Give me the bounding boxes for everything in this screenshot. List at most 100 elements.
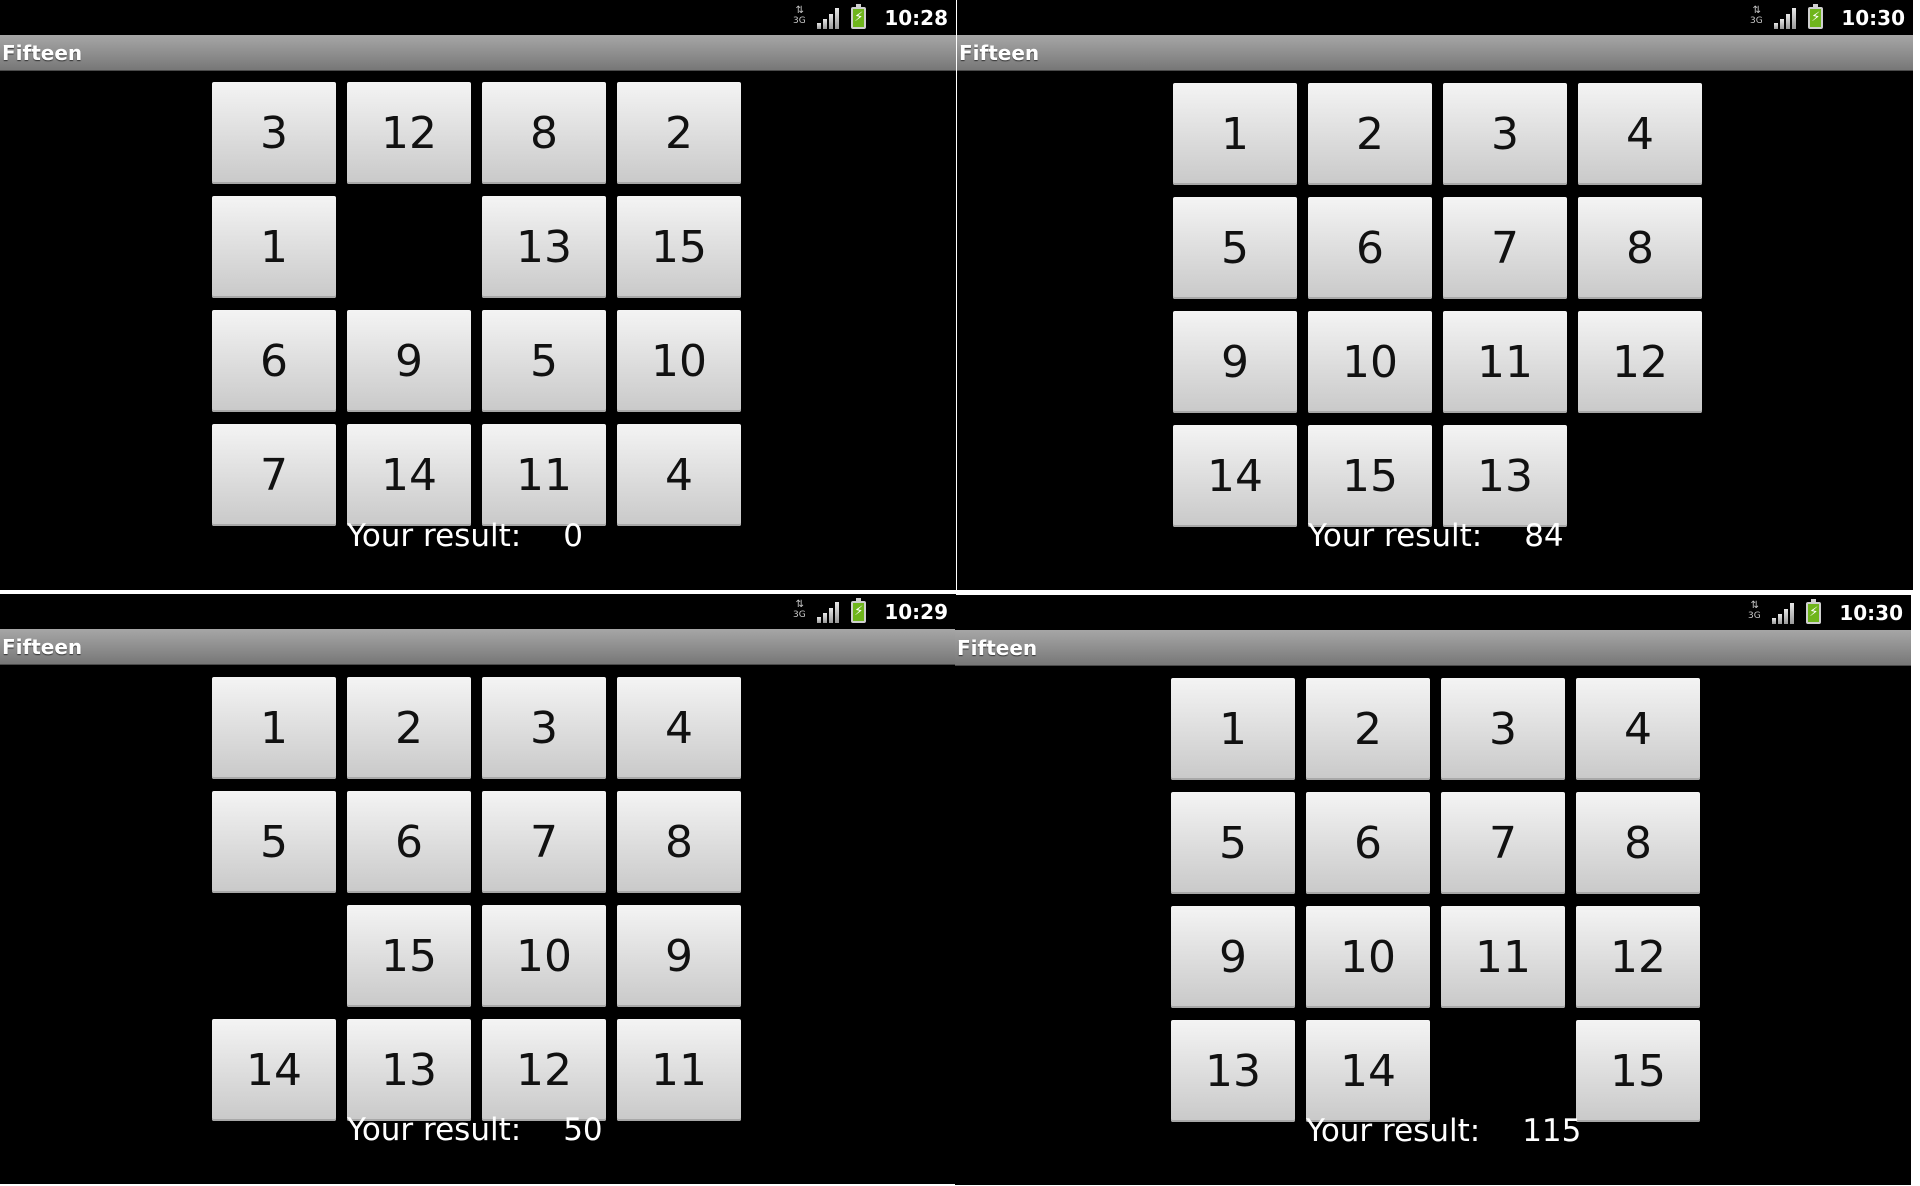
- app-title: Fifteen: [2, 635, 83, 659]
- fifteen-screen-2: ⇅ 3G ⚡ 10:30 Fifteen 1 2 3 4 5 6 7 8 9 10 11 12 14 15 13 You…: [957, 0, 1913, 590]
- puzzle-tile[interactable]: 5: [212, 791, 336, 893]
- result-display: Your result: 115: [1306, 1113, 1581, 1153]
- result-value: 84: [1524, 518, 1564, 554]
- puzzle-tile[interactable]: 2: [1308, 83, 1432, 185]
- puzzle-tile[interactable]: 7: [212, 424, 336, 526]
- puzzle-tile[interactable]: 10: [617, 310, 741, 412]
- puzzle-tile[interactable]: 6: [212, 310, 336, 412]
- puzzle-tile[interactable]: 5: [1173, 197, 1297, 299]
- puzzle-tile[interactable]: 14: [1306, 1020, 1430, 1122]
- puzzle-tile[interactable]: 11: [482, 424, 606, 526]
- puzzle-tile[interactable]: 15: [617, 196, 741, 298]
- puzzle-tile[interactable]: 9: [617, 905, 741, 1007]
- status-bar: ⇅ 3G ⚡ 10:30: [957, 0, 1913, 35]
- puzzle-tile[interactable]: 13: [1171, 1020, 1295, 1122]
- status-bar: ⇅ 3G ⚡ 10:28: [0, 0, 956, 35]
- app-title: Fifteen: [957, 636, 1038, 660]
- result-label: Your result:: [347, 518, 522, 554]
- status-clock: 10:29: [884, 599, 948, 624]
- result-display: Your result: 50: [347, 1112, 603, 1152]
- puzzle-tile[interactable]: 6: [1306, 792, 1430, 894]
- puzzle-tile[interactable]: 12: [1576, 906, 1700, 1008]
- signal-strength-icon: [817, 601, 841, 623]
- puzzle-tile[interactable]: 3: [1441, 678, 1565, 780]
- puzzle-tile[interactable]: 12: [482, 1019, 606, 1121]
- result-value: 50: [563, 1112, 603, 1148]
- puzzle-tile[interactable]: 1: [1171, 678, 1295, 780]
- status-clock: 10:30: [1841, 5, 1905, 30]
- puzzle-tile[interactable]: 12: [1578, 311, 1702, 413]
- status-icons: ⇅ 3G ⚡ 10:28: [791, 0, 948, 35]
- battery-charging-icon: ⚡: [1806, 598, 1822, 624]
- puzzle-tile[interactable]: 13: [482, 196, 606, 298]
- puzzle-tile[interactable]: 2: [617, 82, 741, 184]
- puzzle-tile[interactable]: 11: [1441, 906, 1565, 1008]
- puzzle-tile[interactable]: 10: [482, 905, 606, 1007]
- puzzle-tile[interactable]: 6: [347, 791, 471, 893]
- result-label: Your result:: [1306, 1113, 1481, 1149]
- 3g-data-icon: ⇅ 3G: [1747, 599, 1761, 621]
- puzzle-tile[interactable]: 8: [617, 791, 741, 893]
- puzzle-tile[interactable]: 2: [347, 677, 471, 779]
- puzzle-tile[interactable]: 9: [347, 310, 471, 412]
- battery-charging-icon: ⚡: [851, 597, 867, 623]
- puzzle-tile[interactable]: 2: [1306, 678, 1430, 780]
- puzzle-tile[interactable]: 10: [1306, 906, 1430, 1008]
- fifteen-screen-4: ⇅ 3G ⚡ 10:30 Fifteen 1 2 3 4 5 6 7 8 9 10 11 12 13 14 15 You…: [955, 595, 1911, 1185]
- puzzle-tile[interactable]: 4: [617, 424, 741, 526]
- puzzle-tile[interactable]: 9: [1171, 906, 1295, 1008]
- puzzle-tile[interactable]: 15: [1576, 1020, 1700, 1122]
- puzzle-tile[interactable]: 6: [1308, 197, 1432, 299]
- 3g-data-icon: ⇅ 3G: [792, 598, 806, 620]
- puzzle-tile[interactable]: 3: [212, 82, 336, 184]
- result-label: Your result:: [347, 1112, 522, 1148]
- result-value: 115: [1522, 1113, 1582, 1149]
- puzzle-tile[interactable]: 13: [347, 1019, 471, 1121]
- status-icons: ⇅ 3G ⚡ 10:29: [791, 594, 948, 629]
- signal-strength-icon: [817, 7, 841, 29]
- battery-charging-icon: ⚡: [851, 3, 867, 29]
- puzzle-tile[interactable]: 7: [1441, 792, 1565, 894]
- app-title-bar: Fifteen: [955, 630, 1911, 666]
- puzzle-tile[interactable]: 15: [347, 905, 471, 1007]
- puzzle-tile[interactable]: 1: [212, 677, 336, 779]
- puzzle-tile[interactable]: 14: [212, 1019, 336, 1121]
- puzzle-tile[interactable]: 14: [347, 424, 471, 526]
- puzzle-tile[interactable]: 12: [347, 82, 471, 184]
- puzzle-tile[interactable]: 4: [617, 677, 741, 779]
- app-title-bar: Fifteen: [957, 35, 1913, 71]
- puzzle-tile[interactable]: 7: [1443, 197, 1567, 299]
- fifteen-screen-1: ⇅ 3G ⚡ 10:28 Fifteen 3 12 8 2 1 13 15 6 9 5 10 7 14 11 4 You…: [0, 0, 956, 590]
- puzzle-tile[interactable]: 1: [212, 196, 336, 298]
- puzzle-tile[interactable]: 3: [1443, 83, 1567, 185]
- puzzle-tile[interactable]: 15: [1308, 425, 1432, 527]
- battery-charging-icon: ⚡: [1808, 3, 1824, 29]
- puzzle-tile[interactable]: 1: [1173, 83, 1297, 185]
- puzzle-tile[interactable]: 11: [617, 1019, 741, 1121]
- puzzle-tile[interactable]: 5: [482, 310, 606, 412]
- signal-strength-icon: [1774, 7, 1798, 29]
- puzzle-tile[interactable]: 14: [1173, 425, 1297, 527]
- result-label: Your result:: [1308, 518, 1483, 554]
- puzzle-tile[interactable]: 10: [1308, 311, 1432, 413]
- signal-strength-icon: [1772, 602, 1796, 624]
- puzzle-tile[interactable]: 5: [1171, 792, 1295, 894]
- puzzle-tile[interactable]: 4: [1578, 83, 1702, 185]
- puzzle-tile[interactable]: 7: [482, 791, 606, 893]
- puzzle-tile[interactable]: 9: [1173, 311, 1297, 413]
- puzzle-tile[interactable]: 8: [1578, 197, 1702, 299]
- puzzle-tile[interactable]: 11: [1443, 311, 1567, 413]
- app-title: Fifteen: [2, 41, 83, 65]
- puzzle-tile[interactable]: 13: [1443, 425, 1567, 527]
- status-clock: 10:28: [884, 5, 948, 30]
- result-display: Your result: 0: [347, 518, 583, 558]
- result-value: 0: [563, 518, 583, 554]
- puzzle-tile[interactable]: 8: [1576, 792, 1700, 894]
- app-title-bar: Fifteen: [0, 35, 956, 71]
- 3g-data-icon: ⇅ 3G: [1749, 4, 1763, 26]
- status-bar: ⇅ 3G ⚡ 10:29: [0, 594, 956, 629]
- puzzle-tile[interactable]: 8: [482, 82, 606, 184]
- status-icons: ⇅ 3G ⚡ 10:30: [1746, 595, 1903, 630]
- puzzle-tile[interactable]: 3: [482, 677, 606, 779]
- puzzle-tile[interactable]: 4: [1576, 678, 1700, 780]
